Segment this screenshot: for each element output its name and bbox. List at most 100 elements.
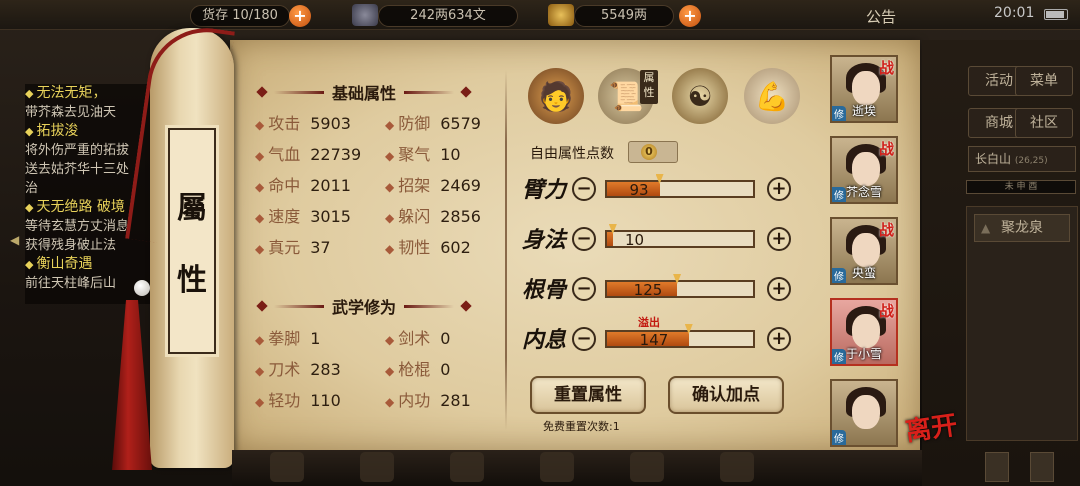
clock: 20:01 <box>994 5 1035 21</box>
martial-value: 281 <box>440 391 471 410</box>
martial-value: 0 <box>440 360 451 379</box>
diamond-icon: ◆ <box>255 333 265 347</box>
bottom-menu-icon[interactable] <box>630 452 664 482</box>
capacity-display: 货存 10/180 <box>190 5 290 27</box>
character-portrait[interactable]: 修 <box>830 379 898 447</box>
decrease-button[interactable]: − <box>572 327 596 351</box>
tab-attributes[interactable]: 屬 性 <box>165 125 219 357</box>
bottom-menu-icon[interactable] <box>360 452 394 482</box>
martial-row: ◆ 枪棍 0 <box>385 356 450 380</box>
stat-name: 命中 <box>268 176 301 195</box>
decrease-button[interactable]: − <box>572 227 596 251</box>
free-points-label: 自由属性点数 <box>530 146 614 162</box>
attribute-bar: 125 <box>605 274 755 299</box>
capacity-plus-button[interactable]: + <box>289 5 311 27</box>
increase-button[interactable]: + <box>767 327 791 351</box>
diamond-icon: ◆ <box>255 149 265 163</box>
battle-marker: 战 <box>878 59 894 77</box>
attribute-bar: 10 <box>605 224 755 249</box>
stat-row: ◆ 招架 2469 <box>385 172 481 196</box>
money-icon <box>352 4 378 26</box>
decrease-button[interactable]: − <box>572 277 596 301</box>
basic-attributes-header: 基础属性 <box>256 80 472 104</box>
tab-char-1: 屬 <box>177 191 207 226</box>
stat-value: 2011 <box>310 176 351 195</box>
confirm-points-button[interactable]: 确认加点 <box>668 376 784 414</box>
reset-attributes-button[interactable]: 重置属性 <box>530 376 646 414</box>
bottom-menu-icon[interactable] <box>270 452 304 482</box>
character-portrait[interactable]: 战修于小雪 <box>830 298 898 366</box>
bottom-right-button[interactable] <box>1030 452 1054 482</box>
increase-button[interactable]: + <box>767 227 791 251</box>
bottom-menu-icon[interactable] <box>450 452 484 482</box>
character-portrait[interactable]: 战修芥念雪 <box>830 136 898 204</box>
character-info-icon[interactable]: 🧑 <box>528 68 584 124</box>
martial-name: 剑术 <box>398 329 431 348</box>
level-badge: 修 <box>832 430 846 445</box>
character-portrait[interactable]: 战修央蛮 <box>830 217 898 285</box>
increase-button[interactable]: + <box>767 177 791 201</box>
diamond-icon: ◆ <box>255 180 265 194</box>
martial-value: 0 <box>440 329 451 348</box>
bottom-bar <box>232 450 922 486</box>
quest-title[interactable]: 无法无矩， <box>25 84 155 103</box>
ornament-line <box>404 90 455 94</box>
attribute-value: 147 <box>639 331 669 349</box>
spot-button[interactable]: 聚龙泉 <box>974 214 1070 242</box>
overflow-label: 溢出 <box>638 316 660 329</box>
stat-row: ◆ 命中 2011 <box>255 172 351 196</box>
community-button[interactable]: 社区 <box>1015 108 1073 138</box>
diamond-icon: ◆ <box>255 118 265 132</box>
ornament-line <box>274 90 324 94</box>
stat-value: 2856 <box>440 207 481 226</box>
martial-name: 轻功 <box>268 391 301 410</box>
tassel-bead <box>134 280 150 296</box>
attribute-tag: 属性 <box>640 70 658 104</box>
battle-marker: 战 <box>878 302 894 320</box>
martial-value: 110 <box>310 391 341 410</box>
ornament-icon <box>256 86 268 98</box>
gold-plus-button[interactable]: + <box>679 5 701 27</box>
bottom-menu-icon[interactable] <box>540 452 574 482</box>
stat-value: 22739 <box>310 145 362 164</box>
stat-name: 攻击 <box>268 114 301 133</box>
diamond-icon: ◆ <box>385 149 395 163</box>
location-coords: (26,25) <box>1014 156 1048 166</box>
quest-title[interactable]: 衡山奇遇 <box>25 255 155 274</box>
increase-button[interactable]: + <box>767 277 791 301</box>
attribute-bar: 93 <box>605 174 755 199</box>
character-name: 于小雪 <box>845 347 882 361</box>
collapse-arrow-icon[interactable]: ◀ <box>10 233 19 247</box>
location-display: 长白山 (26,25) <box>968 146 1076 172</box>
stat-row: ◆ 聚气 10 <box>385 141 461 165</box>
time-of-day-bar: 未 申 酉 <box>966 180 1076 194</box>
quest-title[interactable]: 拓拔浚 <box>25 122 155 141</box>
portrait-face <box>852 233 880 267</box>
character-portrait[interactable]: 战修逝埃 <box>830 55 898 123</box>
diamond-icon: ◆ <box>385 364 395 378</box>
gold-ingot-icon <box>548 4 574 26</box>
attribute-value: 10 <box>624 231 645 249</box>
martial-value: 283 <box>310 360 341 379</box>
decrease-button[interactable]: − <box>572 177 596 201</box>
portrait-face <box>852 314 880 348</box>
diamond-icon: ◆ <box>385 180 395 194</box>
stat-row: ◆ 速度 3015 <box>255 203 351 227</box>
portrait-face <box>852 71 880 105</box>
bagua-icon[interactable]: ☯ <box>672 68 728 124</box>
menu-button[interactable]: 菜单 <box>1015 66 1073 96</box>
leave-button[interactable]: 离开 <box>903 405 960 449</box>
party-list: 战修逝埃战修芥念雪战修央蛮战修于小雪修 <box>828 55 900 447</box>
stat-name: 聚气 <box>398 145 431 164</box>
stat-value: 37 <box>310 238 331 257</box>
meridian-figure-icon[interactable]: 💪 <box>744 68 800 124</box>
notice-button[interactable]: 公告 <box>866 6 896 27</box>
attribute-value: 93 <box>629 181 649 199</box>
bottom-right-button[interactable] <box>985 452 1009 482</box>
portrait-face <box>852 395 880 429</box>
bottom-menu-icon[interactable] <box>720 452 754 482</box>
stat-name: 防御 <box>398 114 431 133</box>
gold-display: 5549两 <box>574 5 674 27</box>
battle-marker: 战 <box>878 140 894 158</box>
diamond-icon: ◆ <box>255 364 265 378</box>
